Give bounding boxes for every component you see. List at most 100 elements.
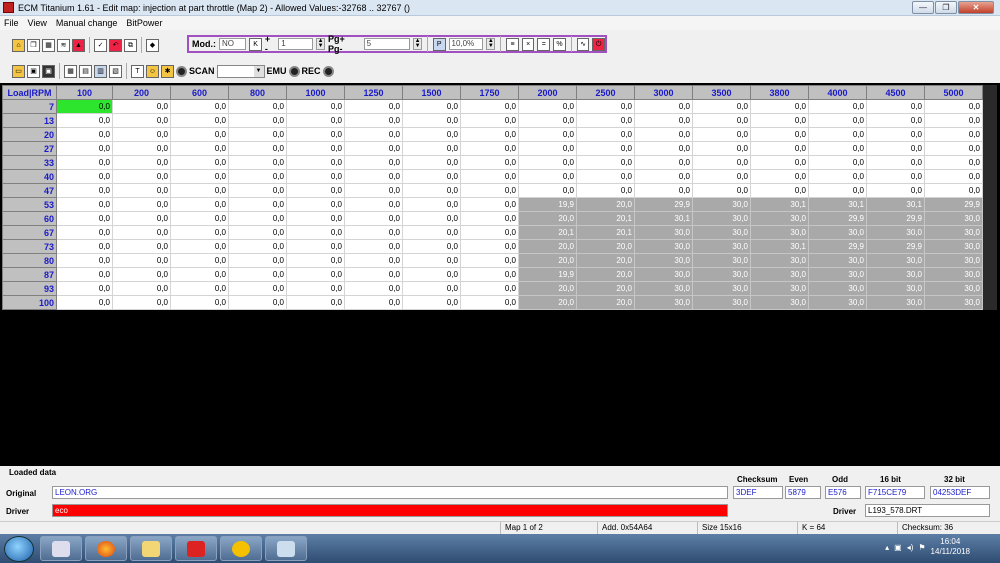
map-cell[interactable]: 0,0 — [286, 225, 345, 240]
map-cell[interactable]: 0,0 — [56, 99, 113, 114]
map-cell[interactable]: 0,0 — [402, 281, 461, 296]
map-cell[interactable]: 0,0 — [692, 141, 751, 156]
map-cell[interactable]: 30,1 — [750, 197, 809, 212]
map-cell[interactable]: 0,0 — [112, 183, 171, 198]
map-cell[interactable]: 30,0 — [692, 225, 751, 240]
map-cell[interactable]: 20,1 — [576, 225, 635, 240]
map-cell[interactable]: 0,0 — [402, 183, 461, 198]
map-cell[interactable]: 0,0 — [170, 155, 229, 170]
map-cell[interactable]: 0,0 — [112, 281, 171, 296]
map-cell[interactable]: 0,0 — [866, 183, 925, 198]
map-cell[interactable]: 29,9 — [808, 239, 867, 254]
save-as-icon[interactable]: ▣ — [42, 64, 55, 78]
map-cell[interactable]: 30,0 — [750, 253, 809, 268]
map-cell[interactable]: 0,0 — [402, 295, 461, 310]
map-cell[interactable]: 0,0 — [402, 211, 461, 226]
compare-icon[interactable]: ⧉ — [124, 38, 137, 52]
map-cell[interactable]: 0,0 — [692, 169, 751, 184]
map-cell[interactable]: 0,0 — [750, 141, 809, 156]
map-cell[interactable]: 0,0 — [228, 295, 287, 310]
map-cell[interactable]: 0,0 — [112, 225, 171, 240]
map-cell[interactable]: 0,0 — [576, 113, 635, 128]
rec-record-icon[interactable] — [322, 65, 334, 77]
task-ecm-titanium[interactable] — [175, 536, 217, 561]
map-cell[interactable]: 0,0 — [808, 183, 867, 198]
map-cell[interactable]: 0,0 — [170, 141, 229, 156]
map-cell[interactable]: 0,0 — [112, 141, 171, 156]
graph-3d-icon[interactable]: ▲ — [72, 38, 85, 52]
check-icon[interactable]: ✓ — [94, 38, 107, 52]
menu-view[interactable]: View — [28, 18, 47, 28]
task-firefox[interactable] — [85, 536, 127, 561]
map-cell[interactable]: 0,0 — [56, 141, 113, 156]
scale-icon[interactable]: % — [553, 37, 566, 51]
map-cell[interactable]: 30,0 — [924, 225, 983, 240]
map-cell[interactable]: 0,0 — [344, 281, 403, 296]
map-cell[interactable]: 0,0 — [344, 225, 403, 240]
map-cell[interactable]: 0,0 — [460, 295, 519, 310]
map-cell[interactable]: 30,0 — [866, 267, 925, 282]
map-cell[interactable]: 30,0 — [808, 253, 867, 268]
map-cell[interactable]: 0,0 — [170, 183, 229, 198]
open-folder-icon[interactable]: ▭ — [12, 64, 25, 78]
view-hex-icon[interactable]: ▤ — [79, 64, 92, 78]
map-cell[interactable]: 0,0 — [170, 225, 229, 240]
map-cell[interactable]: 30,0 — [924, 267, 983, 282]
map-cell[interactable]: 0,0 — [402, 127, 461, 142]
map-cell[interactable]: 0,0 — [344, 169, 403, 184]
map-cell[interactable]: 0,0 — [866, 127, 925, 142]
map-cell[interactable]: 0,0 — [170, 197, 229, 212]
map-cell[interactable]: 0,0 — [56, 281, 113, 296]
map-cell[interactable]: 0,0 — [286, 267, 345, 282]
view-table-icon[interactable]: ▦ — [64, 64, 77, 78]
map-cell[interactable]: 29,9 — [808, 211, 867, 226]
text-icon[interactable]: T — [131, 64, 144, 78]
add-value-icon[interactable]: ≡ — [506, 37, 519, 51]
map-cell[interactable]: 0,0 — [170, 253, 229, 268]
maximize-button[interactable]: ❐ — [935, 1, 957, 14]
map-cell[interactable]: 0,0 — [866, 113, 925, 128]
map-cell[interactable]: 0,0 — [228, 127, 287, 142]
map-cell[interactable]: 0,0 — [56, 253, 113, 268]
map-cell[interactable]: 0,0 — [924, 127, 983, 142]
map-cell[interactable]: 30,0 — [808, 295, 867, 310]
map-cell[interactable]: 0,0 — [228, 197, 287, 212]
map-cell[interactable]: 0,0 — [170, 99, 229, 114]
map-cell[interactable]: 0,0 — [344, 295, 403, 310]
map-cell[interactable]: 0,0 — [228, 141, 287, 156]
map-cell[interactable]: 0,0 — [634, 99, 693, 114]
task-paint[interactable] — [265, 536, 307, 561]
map-cell[interactable]: 0,0 — [228, 225, 287, 240]
map-cell[interactable]: 20,0 — [518, 211, 577, 226]
map-cell[interactable]: 0,0 — [750, 113, 809, 128]
percent-spinner[interactable]: ▲ ▼ — [486, 38, 496, 50]
map-cell[interactable]: 20,0 — [518, 281, 577, 296]
map-cell[interactable]: 30,0 — [692, 211, 751, 226]
vertical-scrollbar[interactable] — [983, 85, 997, 310]
runner-icon[interactable]: ✱ — [161, 64, 174, 78]
scan-dropdown[interactable]: ▼ — [216, 64, 265, 78]
map-cell[interactable]: 30,0 — [634, 225, 693, 240]
map-cell[interactable]: 0,0 — [692, 99, 751, 114]
map-cell[interactable]: 30,0 — [634, 253, 693, 268]
map-cell[interactable]: 0,0 — [924, 113, 983, 128]
map-cell[interactable]: 19,9 — [518, 267, 577, 282]
map-cell[interactable]: 0,0 — [634, 169, 693, 184]
map-cell[interactable]: 0,0 — [808, 155, 867, 170]
mod-field[interactable]: NO — [219, 38, 247, 50]
map-cell[interactable]: 0,0 — [808, 141, 867, 156]
map-cell[interactable]: 30,1 — [866, 197, 925, 212]
map-cell[interactable]: 30,0 — [924, 281, 983, 296]
map-cell[interactable]: 20,1 — [576, 211, 635, 226]
map-cell[interactable]: 29,9 — [866, 239, 925, 254]
map-cell[interactable]: 30,0 — [924, 239, 983, 254]
map-cell[interactable]: 0,0 — [402, 99, 461, 114]
map-cell[interactable]: 0,0 — [518, 183, 577, 198]
map-cell[interactable]: 30,0 — [750, 281, 809, 296]
power-icon[interactable]: ⏻ — [592, 37, 606, 51]
map-cell[interactable]: 0,0 — [344, 183, 403, 198]
map-cell[interactable]: 0,0 — [750, 99, 809, 114]
map-cell[interactable]: 0,0 — [228, 99, 287, 114]
map-cell[interactable]: 0,0 — [402, 169, 461, 184]
map-cell[interactable]: 0,0 — [692, 155, 751, 170]
